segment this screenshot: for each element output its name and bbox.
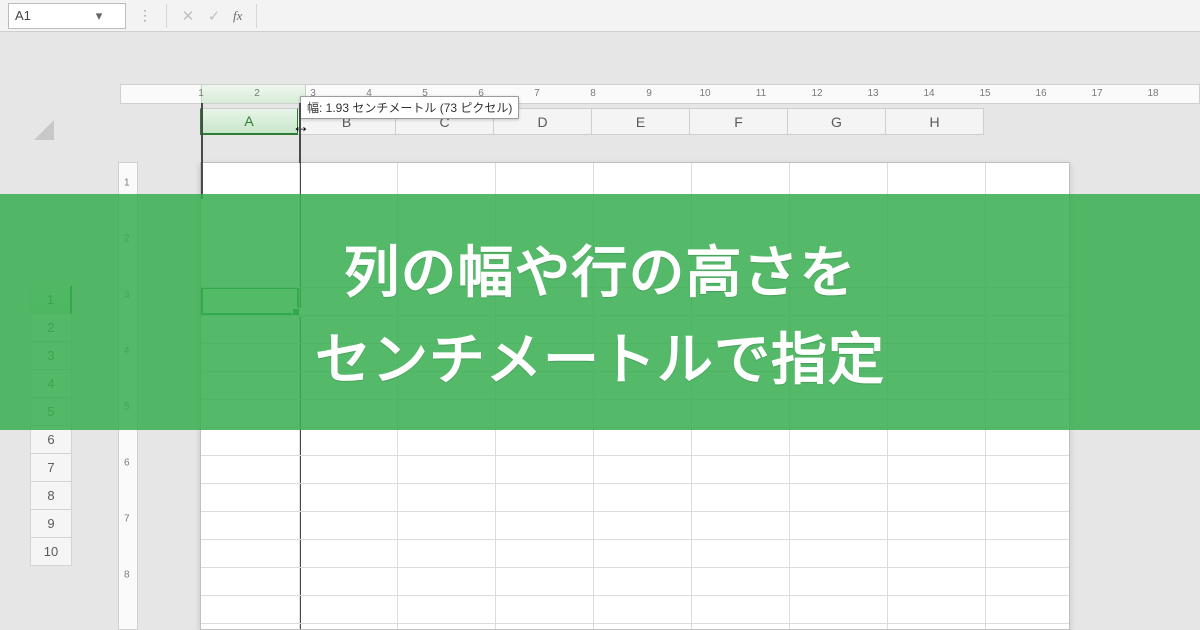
ruler-tick: 11 <box>756 88 766 99</box>
more-icon: ⋮ <box>132 7 158 24</box>
horizontal-ruler[interactable]: 12345678910111213141516171819 <box>120 84 1200 104</box>
column-header-e[interactable]: E <box>592 108 690 135</box>
ruler-tick: 12 <box>811 88 822 99</box>
headline-line-2: センチメートルで指定 <box>315 315 885 396</box>
ruler-tick: 2 <box>254 88 260 99</box>
confirm-button[interactable]: ✓ <box>201 7 227 25</box>
ruler-tick: 7 <box>534 88 540 99</box>
gridline <box>201 623 1069 624</box>
name-box[interactable]: A1 ▾ <box>8 3 126 29</box>
name-box-value: A1 <box>9 8 67 23</box>
ruler-tick: 18 <box>1147 88 1158 99</box>
chevron-down-icon[interactable]: ▾ <box>67 8 125 24</box>
ruler-tick: 1 <box>198 88 204 99</box>
column-header-f[interactable]: F <box>690 108 788 135</box>
column-width-tooltip: 幅: 1.93 センチメートル (73 ピクセル) <box>300 96 519 119</box>
ruler-tick: 7 <box>124 514 130 525</box>
column-header-g[interactable]: G <box>788 108 886 135</box>
gridline <box>201 483 1069 484</box>
ruler-tick: 1 <box>124 178 130 189</box>
formula-bar: A1 ▾ ⋮ ✕ ✓ fx <box>0 0 1200 32</box>
gridline <box>201 539 1069 540</box>
divider <box>166 4 167 28</box>
ruler-tick: 16 <box>1035 88 1046 99</box>
select-all-triangle[interactable] <box>0 86 60 146</box>
column-header-a[interactable]: A <box>200 108 298 135</box>
ruler-tick: 10 <box>699 88 710 99</box>
ruler-tick: 15 <box>979 88 990 99</box>
divider <box>256 4 257 28</box>
column-origin-guideline <box>201 103 203 199</box>
column-header-h[interactable]: H <box>886 108 984 135</box>
row-header-8[interactable]: 8 <box>30 482 72 510</box>
ruler-tick: 17 <box>1091 88 1102 99</box>
worksheet-stage: 12345678910111213141516171819 12345678 A… <box>0 32 1200 630</box>
gridline <box>201 567 1069 568</box>
ruler-tick: 8 <box>590 88 596 99</box>
ruler-tick: 13 <box>867 88 878 99</box>
headline-banner: 列の幅や行の高さを センチメートルで指定 <box>0 194 1200 430</box>
gridline <box>201 455 1069 456</box>
gridline <box>201 511 1069 512</box>
row-header-6[interactable]: 6 <box>30 426 72 454</box>
gridline <box>201 595 1069 596</box>
headline-line-1: 列の幅や行の高さを <box>344 228 857 309</box>
ruler-tick: 9 <box>646 88 652 99</box>
row-header-9[interactable]: 9 <box>30 510 72 538</box>
row-header-10[interactable]: 10 <box>30 538 72 566</box>
ruler-tick: 8 <box>124 570 130 581</box>
row-header-7[interactable]: 7 <box>30 454 72 482</box>
cancel-button[interactable]: ✕ <box>175 7 201 25</box>
ruler-tick: 14 <box>923 88 934 99</box>
ruler-tick: 6 <box>124 458 130 469</box>
fx-label[interactable]: fx <box>227 8 248 24</box>
